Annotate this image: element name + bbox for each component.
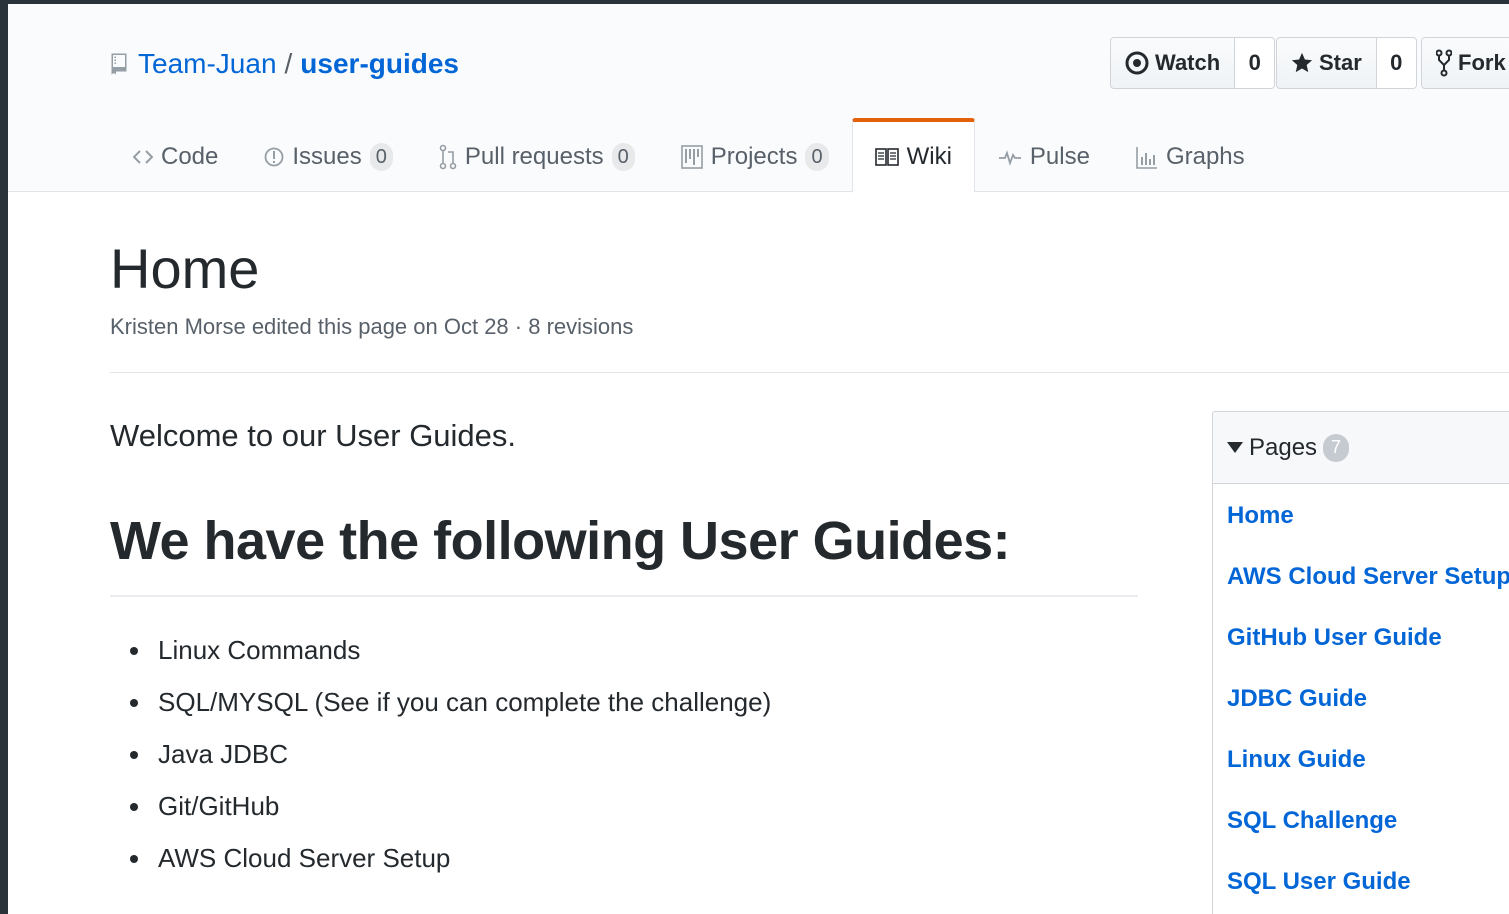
guides-heading: We have the following User Guides:	[110, 511, 1011, 571]
wiki-pages-sidebar: Pages 7 Home AWS Cloud Server Setup (EC2…	[1212, 411, 1509, 914]
heading-divider	[110, 595, 1138, 597]
sidebar-page-link[interactable]: SQL Challenge	[1213, 799, 1509, 860]
star-group: Star 0	[1276, 37, 1417, 89]
tab-projects[interactable]: Projects 0	[658, 118, 852, 193]
star-count[interactable]: 0	[1376, 37, 1417, 89]
sidebar-page-link[interactable]: Home	[1213, 494, 1509, 555]
guide-item-text: Java JDBC	[158, 739, 289, 769]
sidebar-page-link[interactable]: JDBC Guide	[1213, 677, 1509, 738]
repo-nav-tabs: Code Issues 0 Pull requests 0 Projects 0…	[110, 118, 1268, 193]
guide-item-text: Linux Commands	[158, 635, 361, 665]
fork-label: Fork	[1458, 50, 1506, 75]
list-item: Git/GitHub	[130, 786, 771, 838]
tab-wiki-label: Wiki	[906, 143, 952, 170]
watch-label: Watch	[1155, 50, 1221, 75]
tab-issues-count: 0	[369, 143, 393, 171]
tab-projects-label: Projects	[710, 143, 798, 170]
star-icon	[1291, 52, 1313, 73]
guide-item-text: Git/GitHub	[158, 791, 280, 821]
issue-icon	[264, 147, 284, 167]
tab-pulse-label: Pulse	[1029, 143, 1090, 170]
tab-graphs[interactable]: Graphs	[1113, 118, 1268, 193]
sidebar-page-link[interactable]: SQL User Guide	[1213, 860, 1509, 914]
book-icon	[874, 148, 899, 166]
sidebar-page-link[interactable]: GitHub User Guide	[1213, 616, 1509, 677]
fork-button[interactable]: Fork	[1421, 37, 1509, 89]
pull-request-icon	[439, 144, 457, 170]
guide-list: Linux Commands SQL/MYSQL (See if you can…	[130, 630, 771, 890]
list-item: Java JDBC	[130, 734, 771, 786]
eye-icon	[1125, 51, 1149, 75]
watch-group: Watch 0	[1110, 37, 1276, 89]
graph-icon	[1136, 147, 1157, 169]
guide-item-text: AWS Cloud Server Setup	[158, 843, 451, 873]
list-item: Linux Commands	[130, 630, 771, 682]
tab-issues-label: Issues	[292, 143, 362, 170]
project-icon	[680, 145, 703, 169]
repo-owner-link[interactable]: Team-Juan	[138, 48, 277, 80]
pulse-icon	[998, 150, 1021, 166]
repo-name-link[interactable]: user-guides	[300, 48, 459, 80]
bullet-icon	[130, 855, 138, 863]
caret-down-icon	[1227, 442, 1243, 453]
repo-title: Team-Juan / user-guides	[110, 44, 459, 84]
star-button[interactable]: Star	[1276, 37, 1377, 89]
guide-item-text: SQL/MYSQL (See if you can complete the c…	[158, 687, 772, 717]
pages-list: Home AWS Cloud Server Setup (EC2) GitHub…	[1213, 484, 1509, 914]
code-icon	[133, 150, 153, 164]
watch-count[interactable]: 0	[1235, 37, 1276, 89]
list-item: SQL/MYSQL (See if you can complete the c…	[130, 682, 771, 734]
repo-separator: /	[284, 48, 293, 79]
tab-wiki[interactable]: Wiki	[851, 118, 975, 193]
github-wiki-page: Team-Juan / user-guides Watch 0 Star 0 F…	[8, 4, 1509, 914]
tab-code-label: Code	[161, 143, 219, 170]
sidebar-page-link[interactable]: Linux Guide	[1213, 738, 1509, 799]
repo-icon	[111, 53, 127, 75]
tab-graphs-label: Graphs	[1165, 143, 1245, 170]
watch-button[interactable]: Watch	[1110, 37, 1236, 89]
bullet-icon	[130, 803, 138, 811]
star-label: Star	[1319, 50, 1362, 75]
bullet-icon	[130, 647, 138, 655]
pages-toggle[interactable]: Pages 7	[1213, 412, 1509, 484]
fork-group: Fork	[1421, 37, 1509, 89]
pages-title: Pages	[1249, 433, 1318, 461]
bullet-icon	[130, 699, 138, 707]
list-item: AWS Cloud Server Setup	[130, 838, 771, 890]
tab-pulse[interactable]: Pulse	[975, 118, 1113, 193]
page-head-divider	[110, 372, 1509, 373]
pages-count-badge: 7	[1323, 433, 1350, 462]
tab-pull-requests[interactable]: Pull requests 0	[416, 118, 658, 193]
page-title: Home	[110, 237, 260, 300]
sidebar-page-link[interactable]: AWS Cloud Server Setup (EC2)	[1213, 555, 1509, 616]
tab-pull-requests-label: Pull requests	[464, 143, 604, 170]
tab-projects-count: 0	[805, 143, 829, 171]
fork-icon	[1436, 49, 1452, 77]
bullet-icon	[130, 751, 138, 759]
tab-pull-requests-count: 0	[611, 143, 635, 171]
page-edit-meta[interactable]: Kristen Morse edited this page on Oct 28…	[110, 314, 633, 340]
repo-header: Team-Juan / user-guides Watch 0 Star 0 F…	[8, 4, 1509, 193]
tab-issues[interactable]: Issues 0	[241, 118, 416, 193]
tab-code[interactable]: Code	[110, 118, 241, 193]
welcome-text: Welcome to our User Guides.	[110, 418, 517, 453]
